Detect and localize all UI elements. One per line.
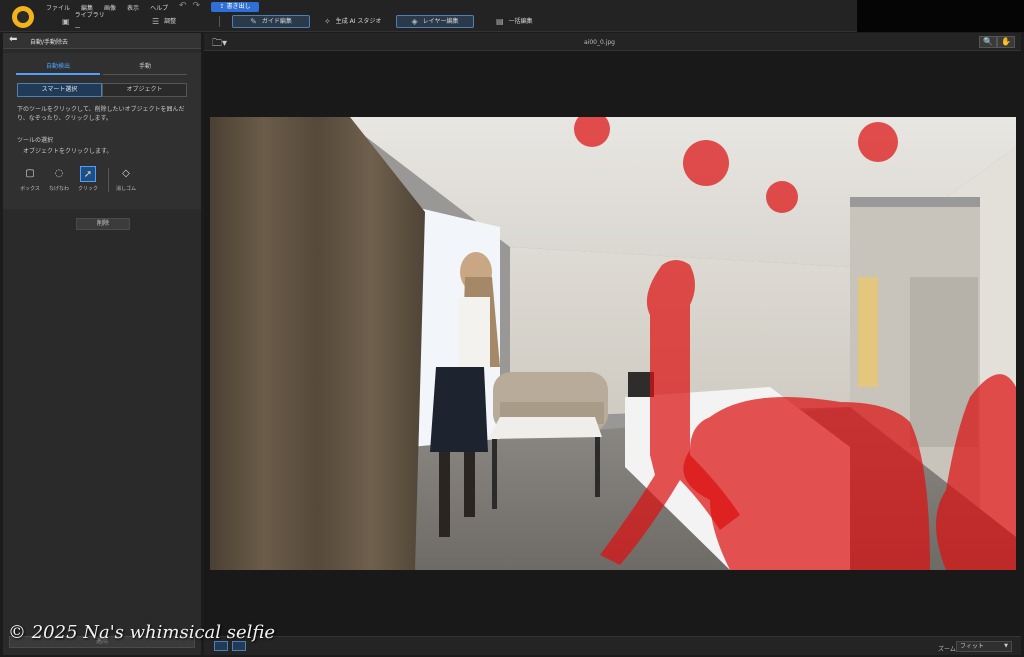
tool-lasso[interactable]: ◌ なげなわ bbox=[46, 166, 72, 196]
app-logo bbox=[12, 6, 34, 28]
file-name: ai00_0.jpg bbox=[584, 39, 615, 46]
mode-adjust-label: 調整 bbox=[164, 18, 177, 25]
mode-batch-edit-button[interactable]: ▤ 一括編集 bbox=[490, 15, 546, 28]
tool-click[interactable]: ➚ クリック bbox=[75, 166, 101, 196]
panel-header: ⬅ 自動/手動除去 bbox=[3, 33, 201, 49]
library-icon: ▣ bbox=[62, 17, 70, 26]
sliders-icon: ☰ bbox=[152, 17, 160, 26]
tab-manual[interactable]: 手動 bbox=[103, 61, 187, 75]
canvas-area: 🗀▾ ai00_0.jpg 🔍 ✋ ズーム フィット ▼ bbox=[204, 33, 1021, 655]
mode-guided-edit-label: ガイド編集 bbox=[261, 18, 292, 25]
title-bar-empty-area bbox=[857, 0, 1024, 32]
tool-box[interactable]: ▢ ボックス bbox=[17, 166, 43, 196]
export-button[interactable]: ⇪ 書き出し bbox=[211, 2, 259, 12]
object-toggle[interactable]: オブジェクト bbox=[102, 83, 187, 97]
delete-button[interactable]: 削除 bbox=[76, 218, 130, 230]
tool-click-label: クリック bbox=[77, 186, 98, 192]
canvas-bottom-bar: ズーム フィット ▼ bbox=[204, 636, 1021, 655]
undo-icon[interactable]: ↶ bbox=[179, 1, 187, 11]
export-label: 書き出し bbox=[226, 3, 251, 10]
mode-adjust-button[interactable]: ☰ 調整 bbox=[146, 15, 190, 28]
mode-library-label: ライブラリー bbox=[74, 11, 105, 32]
batch-icon: ▤ bbox=[496, 17, 504, 26]
menu-help[interactable]: ヘルプ bbox=[150, 3, 168, 12]
mode-ai-studio-label: 生成 AI スタジオ bbox=[335, 18, 382, 25]
tool-section-hint: オブジェクトをクリックします。 bbox=[23, 148, 113, 155]
mode-guided-edit-button[interactable]: ✎ ガイド編集 bbox=[232, 15, 310, 28]
redo-icon[interactable]: ↷ bbox=[193, 1, 201, 11]
tool-separator bbox=[108, 168, 109, 192]
mode-ai-studio-button[interactable]: ✧ 生成 AI スタジオ bbox=[318, 15, 390, 28]
zoom-tool-icon[interactable]: 🔍 bbox=[979, 36, 997, 48]
smart-select-toggle[interactable]: スマート選択 bbox=[17, 83, 102, 97]
removal-panel: ⬅ 自動/手動除去 自動検出 手動 スマート選択 オブジェクト 下のツールをクリ… bbox=[3, 33, 201, 655]
mode-layer-edit-label: レイヤー編集 bbox=[422, 18, 459, 25]
zoom-value: フィット bbox=[960, 643, 984, 650]
panel-card: 自動検出 手動 スマート選択 オブジェクト 下のツールをクリックして、削除したい… bbox=[3, 53, 201, 209]
mode-library-button[interactable]: ▣ ライブラリー bbox=[56, 12, 116, 32]
chevron-down-icon: ▼ bbox=[1004, 643, 1008, 649]
tool-box-label: ボックス bbox=[20, 186, 40, 192]
tool-eraser-label: 消しゴム bbox=[115, 186, 136, 192]
sparkle-icon: ✧ bbox=[324, 17, 331, 26]
pointer-click-icon: ➚ bbox=[80, 166, 96, 182]
mode-layer-edit-button[interactable]: ◈ レイヤー編集 bbox=[396, 15, 474, 28]
canvas-header: 🗀▾ ai00_0.jpg 🔍 ✋ bbox=[204, 33, 1021, 51]
wand-icon: ✎ bbox=[250, 17, 257, 26]
hotel-room-photo bbox=[210, 117, 1016, 570]
box-select-icon: ▢ bbox=[25, 168, 35, 179]
zoom-select[interactable]: フィット ▼ bbox=[956, 641, 1012, 652]
tool-section-title: ツールの選択 bbox=[17, 137, 54, 144]
menu-view[interactable]: 表示 bbox=[127, 3, 139, 12]
instruction-text: 下のツールをクリックして、削除したいオブジェクトを囲んだり、なぞったり、クリック… bbox=[17, 106, 185, 122]
panel-title: 自動/手動除去 bbox=[30, 39, 69, 46]
tab-auto-detect[interactable]: 自動検出 bbox=[16, 61, 100, 75]
tool-eraser[interactable]: ◇ 消しゴム bbox=[113, 166, 139, 196]
mode-batch-edit-label: 一括編集 bbox=[508, 18, 533, 25]
hand-tool-icon[interactable]: ✋ bbox=[997, 36, 1015, 48]
watermark: © 2025 Na's whimsical selfie bbox=[8, 622, 276, 643]
top-bar: ファイル 編集 画像 表示 ヘルプ ↶ ↷ ⇪ 書き出し ▣ ライブラリー ☰ … bbox=[0, 0, 1024, 32]
menu-file[interactable]: ファイル bbox=[46, 3, 70, 12]
eraser-icon: ◇ bbox=[122, 168, 130, 179]
folder-icon[interactable]: 🗀▾ bbox=[212, 36, 227, 53]
undo-redo-group: ↶ ↷ bbox=[179, 1, 200, 11]
layers-icon: ◈ bbox=[411, 17, 418, 26]
zoom-label: ズーム bbox=[938, 646, 956, 653]
back-arrow-icon[interactable]: ⬅ bbox=[9, 34, 17, 45]
lasso-icon: ◌ bbox=[54, 168, 64, 179]
tool-lasso-label: なげなわ bbox=[48, 186, 69, 192]
photo-canvas[interactable] bbox=[210, 117, 1016, 570]
toolbar-separator bbox=[219, 16, 220, 27]
